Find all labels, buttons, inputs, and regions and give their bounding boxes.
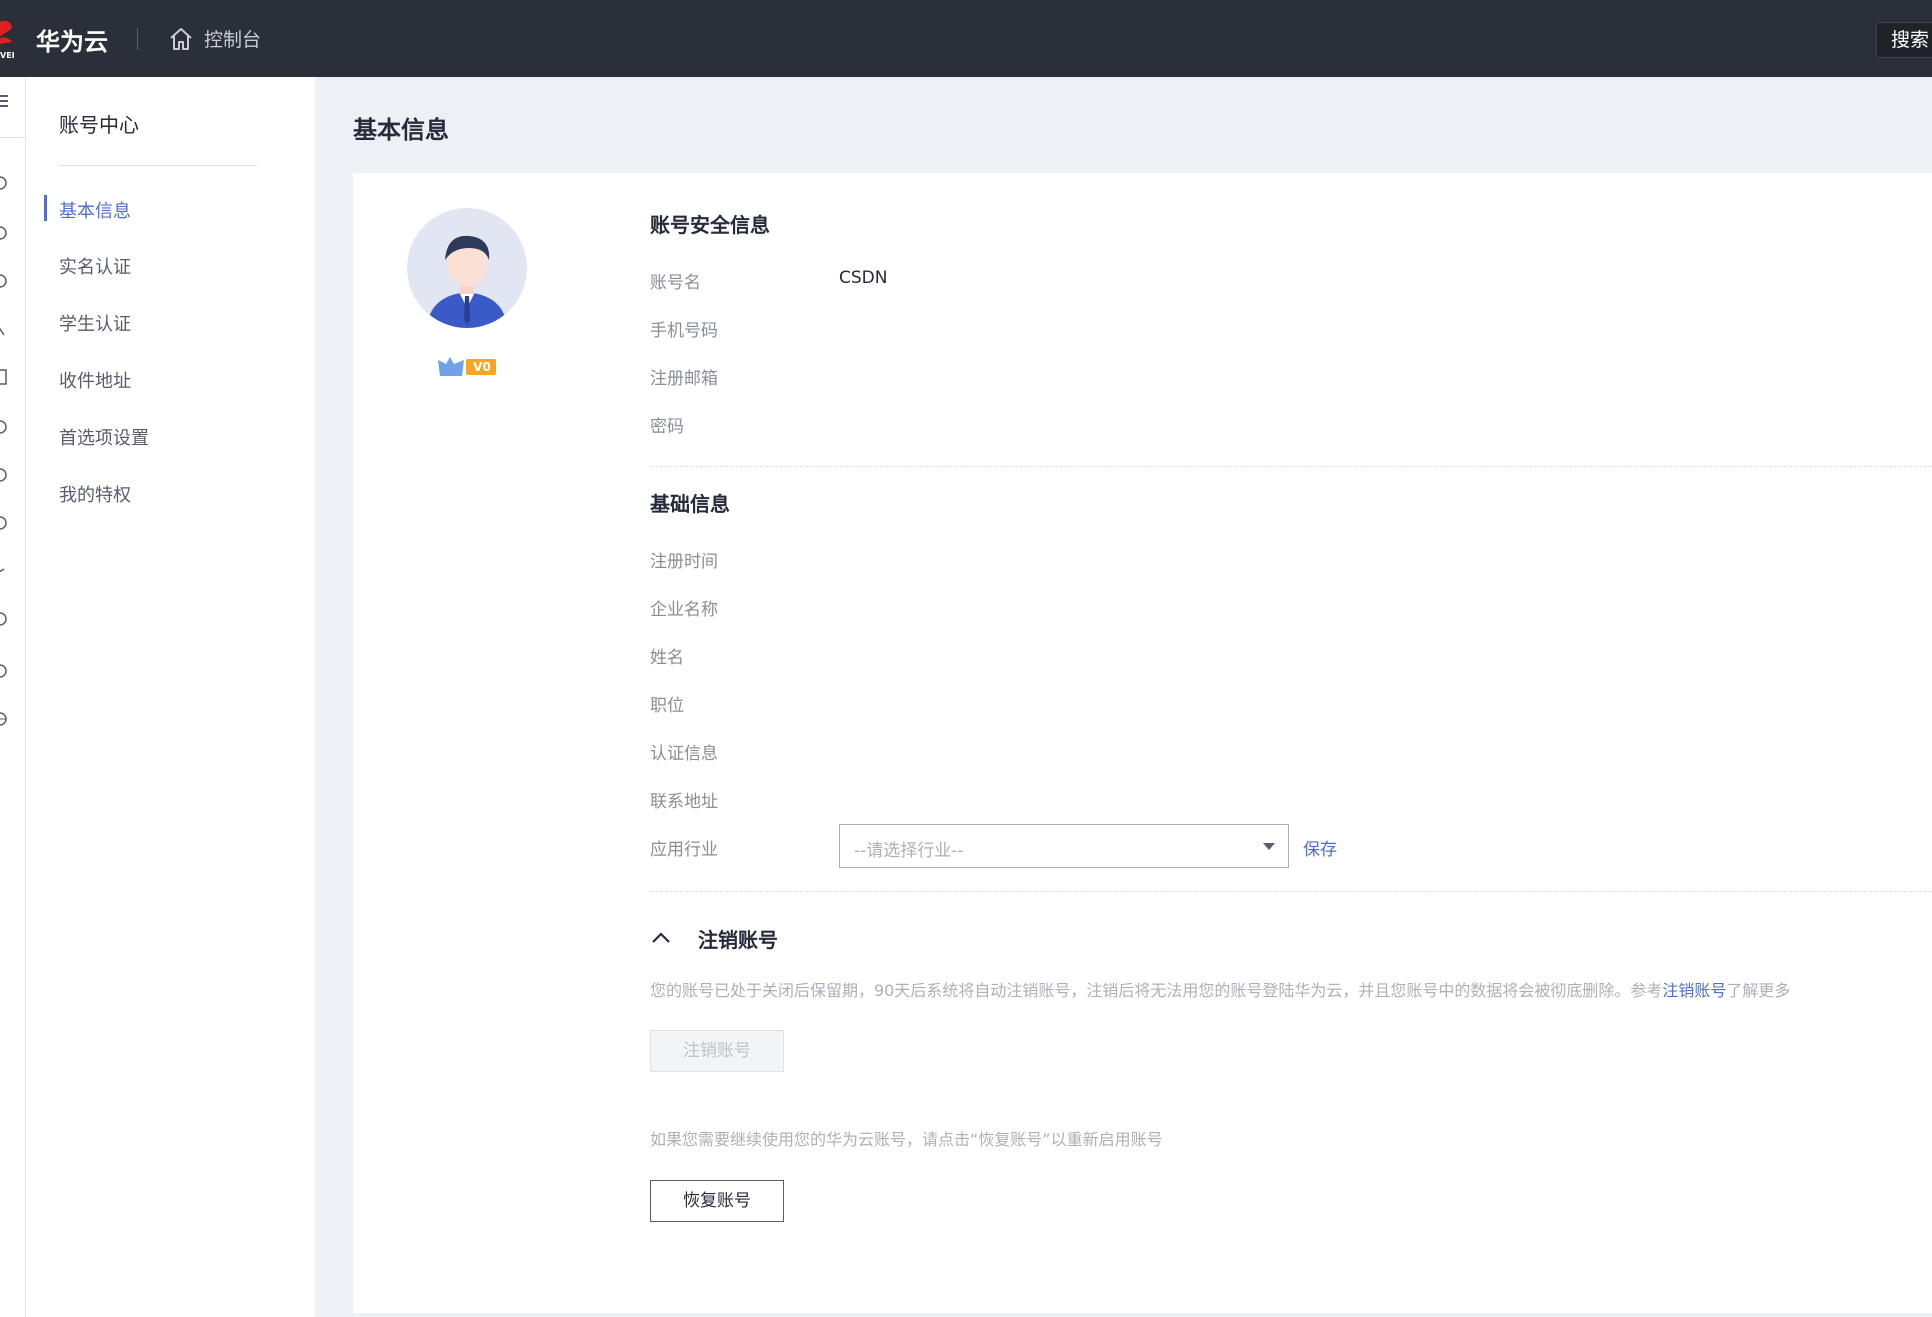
- svg-text:VEI: VEI: [0, 51, 14, 60]
- field-label-position: 职位: [650, 696, 684, 716]
- industry-select[interactable]: --请选择行业--: [839, 824, 1289, 868]
- field-label-certification: 认证信息: [650, 744, 718, 764]
- industry-select-placeholder: --请选择行业--: [854, 841, 964, 861]
- rail-divider: [0, 137, 26, 138]
- avatar-illustration-icon: [427, 235, 507, 328]
- nav-item-real-name[interactable]: 实名认证: [59, 253, 131, 279]
- field-label-name: 姓名: [650, 648, 684, 668]
- service-icon-3[interactable]: [0, 273, 8, 289]
- restore-hint: 如果您需要继续使用您的华为云账号，请点击“恢复账号”以重新启用账号: [650, 1130, 1163, 1149]
- active-indicator: [44, 195, 47, 221]
- field-label-industry: 应用行业: [650, 840, 718, 860]
- nav-item-basic-info[interactable]: 基本信息: [59, 197, 131, 223]
- top-bar: VEI 华为云 控制台 搜索: [0, 0, 1932, 77]
- service-icon-4[interactable]: [0, 321, 8, 337]
- service-icon-8[interactable]: [0, 515, 8, 531]
- brand-name[interactable]: 华为云: [36, 22, 108, 57]
- service-icon-9[interactable]: [0, 563, 8, 579]
- nav-item-privileges[interactable]: 我的特权: [59, 481, 131, 507]
- cancel-notice-tail: 了解更多: [1726, 981, 1791, 1000]
- nav-item-address[interactable]: 收件地址: [59, 367, 131, 393]
- field-label-contact-address: 联系地址: [650, 792, 718, 812]
- nav-item-preferences[interactable]: 首选项设置: [59, 424, 149, 450]
- search-button[interactable]: 搜索: [1876, 22, 1932, 58]
- nav-title: 账号中心: [59, 113, 139, 137]
- field-label-register-time: 注册时间: [650, 552, 718, 572]
- cancel-account-doc-link[interactable]: 注销账号: [1662, 981, 1726, 1000]
- basic-section-title: 基础信息: [650, 492, 730, 516]
- cancel-section-title: 注销账号: [698, 928, 778, 952]
- avatar[interactable]: [407, 208, 527, 328]
- huawei-logo-icon[interactable]: VEI: [0, 16, 14, 60]
- caret-down-icon: [1263, 843, 1275, 850]
- account-center-nav: 账号中心 基本信息 实名认证 学生认证 收件地址 首选项设置 我的特权: [26, 77, 315, 1317]
- vip-level: V0: [473, 360, 491, 374]
- nav-divider: [59, 165, 257, 166]
- field-label-company: 企业名称: [650, 600, 718, 620]
- cancel-account-button: 注销账号: [650, 1030, 784, 1072]
- globe-icon[interactable]: [0, 711, 8, 727]
- service-icon-rail: [0, 77, 26, 1317]
- console-link[interactable]: 控制台: [204, 25, 261, 52]
- chevron-up-icon[interactable]: [650, 928, 672, 948]
- service-icon-7[interactable]: [0, 467, 8, 483]
- restore-account-button[interactable]: 恢复账号: [650, 1180, 784, 1222]
- save-industry-link[interactable]: 保存: [1303, 835, 1337, 860]
- section-divider: [650, 466, 1932, 467]
- field-label-account-name: 账号名: [650, 273, 701, 293]
- service-icon-2[interactable]: [0, 225, 8, 241]
- cancel-notice-text: 您的账号已处于关闭后保留期，90天后系统将自动注销账号，注销后将无法用您的账号登…: [650, 981, 1663, 1000]
- nav-item-student[interactable]: 学生认证: [59, 310, 131, 336]
- service-icon-11[interactable]: [0, 663, 8, 679]
- field-label-email: 注册邮箱: [650, 369, 718, 389]
- topbar-divider: [137, 28, 138, 50]
- field-label-password: 密码: [650, 417, 684, 437]
- service-icon-6[interactable]: [0, 419, 8, 435]
- home-icon[interactable]: [168, 26, 194, 52]
- page-title: 基本信息: [353, 116, 449, 144]
- section-divider-2: [650, 891, 1932, 892]
- field-label-phone: 手机号码: [650, 321, 718, 341]
- service-icon-5[interactable]: [0, 369, 8, 385]
- menu-icon[interactable]: [0, 93, 8, 109]
- security-section-title: 账号安全信息: [650, 213, 770, 237]
- field-value-account-name: CSDN: [839, 268, 888, 288]
- service-icon-10[interactable]: [0, 611, 8, 627]
- cancel-notice: 您的账号已处于关闭后保留期，90天后系统将自动注销账号，注销后将无法用您的账号登…: [650, 977, 1932, 1001]
- service-icon-1[interactable]: [0, 175, 8, 191]
